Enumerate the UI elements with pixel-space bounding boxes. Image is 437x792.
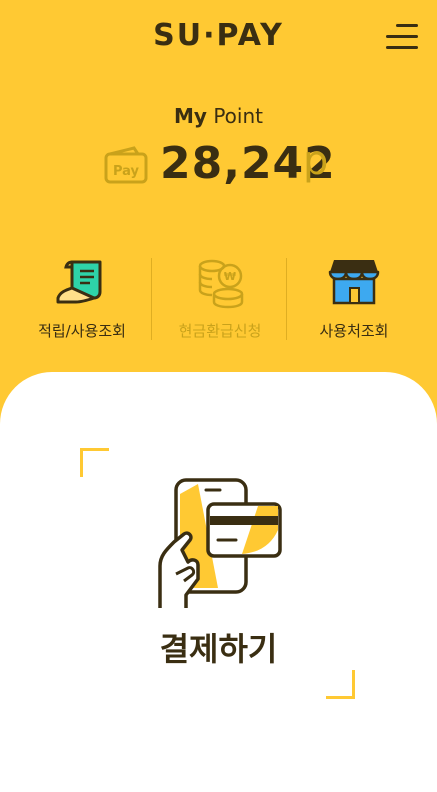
wallet-icon-text: Pay — [113, 164, 140, 179]
menu-item-refund[interactable]: ₩ 현금환급신청 — [152, 252, 288, 352]
menu-item-refund-label: 현금환급신청 — [178, 322, 262, 340]
menu-item-history-label: 적립/사용조회 — [38, 322, 126, 340]
point-label-my: My — [174, 104, 207, 128]
receipt-icon — [56, 260, 102, 304]
point-label: My Point — [0, 104, 437, 128]
menu-item-stores-label: 사용처조회 — [319, 322, 389, 340]
menu-item-history[interactable]: 적립/사용조회 — [14, 252, 150, 352]
frame-corner-bottom-right — [326, 670, 355, 699]
coins-won-icon: ₩ — [198, 259, 244, 309]
menu-item-stores[interactable]: 사용처조회 — [286, 252, 422, 352]
wallet-icon: Pay — [104, 146, 148, 184]
point-label-point: Point — [206, 104, 263, 128]
quick-menu: 적립/사용조회 ₩ 현금환급신청 사용처조회 — [0, 252, 437, 352]
svg-text:₩: ₩ — [224, 270, 236, 283]
frame-corner-top-left — [80, 448, 109, 477]
hand-phone-card-icon[interactable] — [158, 476, 286, 612]
hamburger-menu-icon[interactable] — [380, 22, 418, 52]
pay-button-label[interactable]: 결제하기 — [0, 624, 437, 670]
app-header: SU·PAY — [0, 0, 437, 80]
payment-card: 결제하기 — [0, 372, 437, 792]
app-logo[interactable]: SU·PAY — [0, 18, 437, 53]
point-balance: Pay 28,242 p — [0, 138, 437, 198]
store-icon — [328, 260, 380, 305]
point-unit: p — [303, 138, 329, 184]
